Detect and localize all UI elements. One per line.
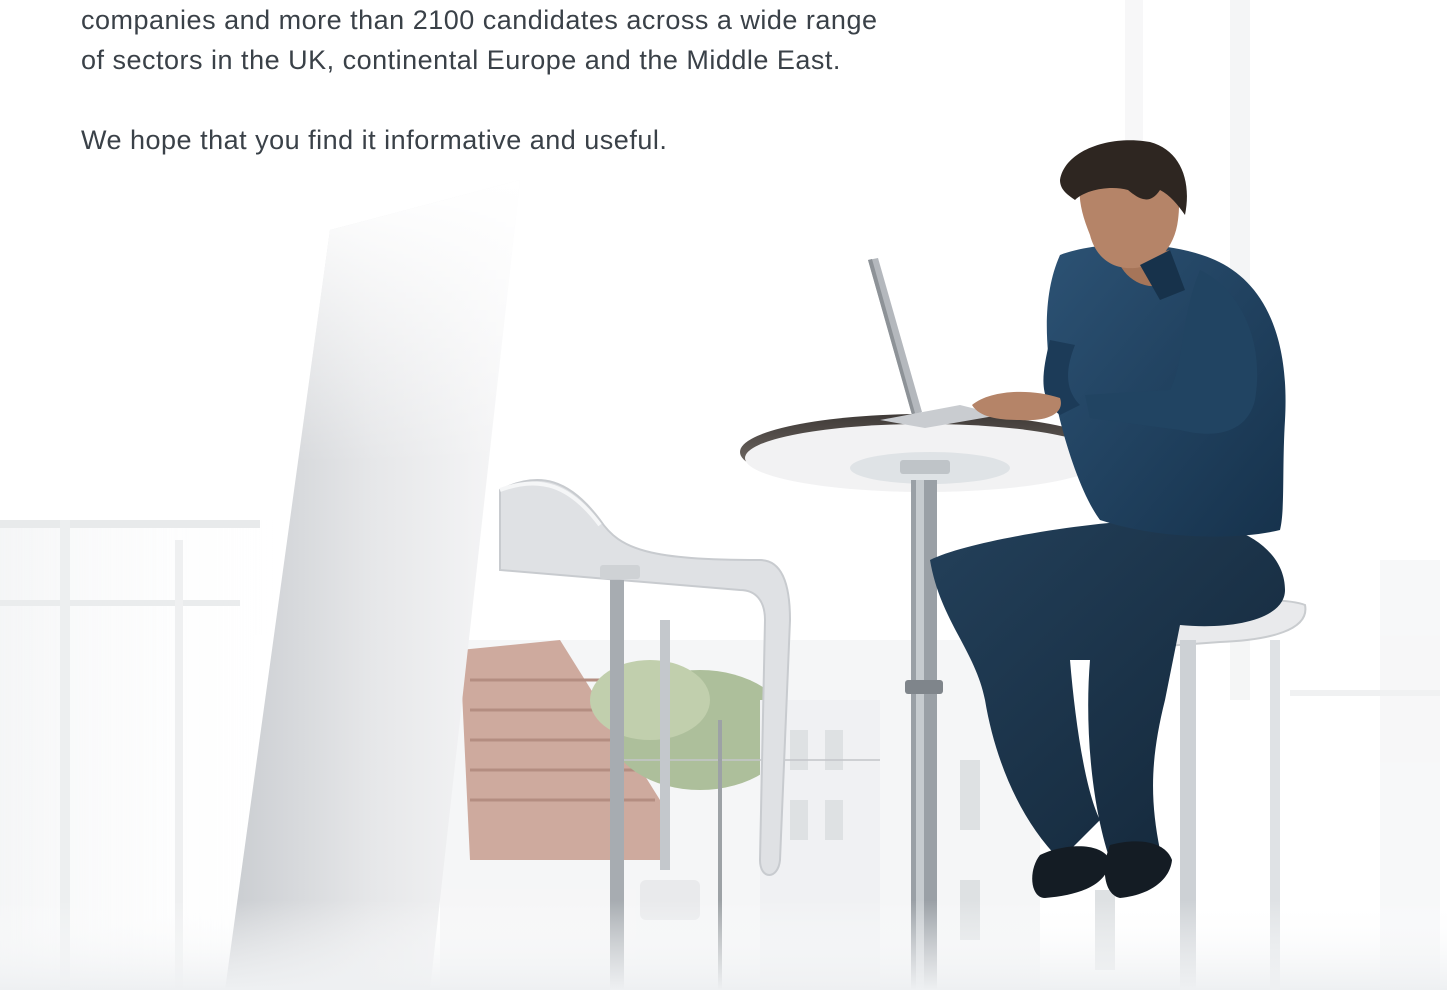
intro-text: companies and more than 2100 candidates …: [81, 0, 1041, 160]
intro-paragraph: companies and more than 2100 candidates …: [81, 0, 1041, 80]
intro-line-2: of sectors in the UK, continental Europe…: [81, 45, 841, 75]
closing-paragraph: We hope that you find it informative and…: [81, 125, 668, 155]
intro-line-1: companies and more than 2100 candidates …: [81, 5, 878, 35]
brochure-page: companies and more than 2100 candidates …: [0, 0, 1447, 990]
